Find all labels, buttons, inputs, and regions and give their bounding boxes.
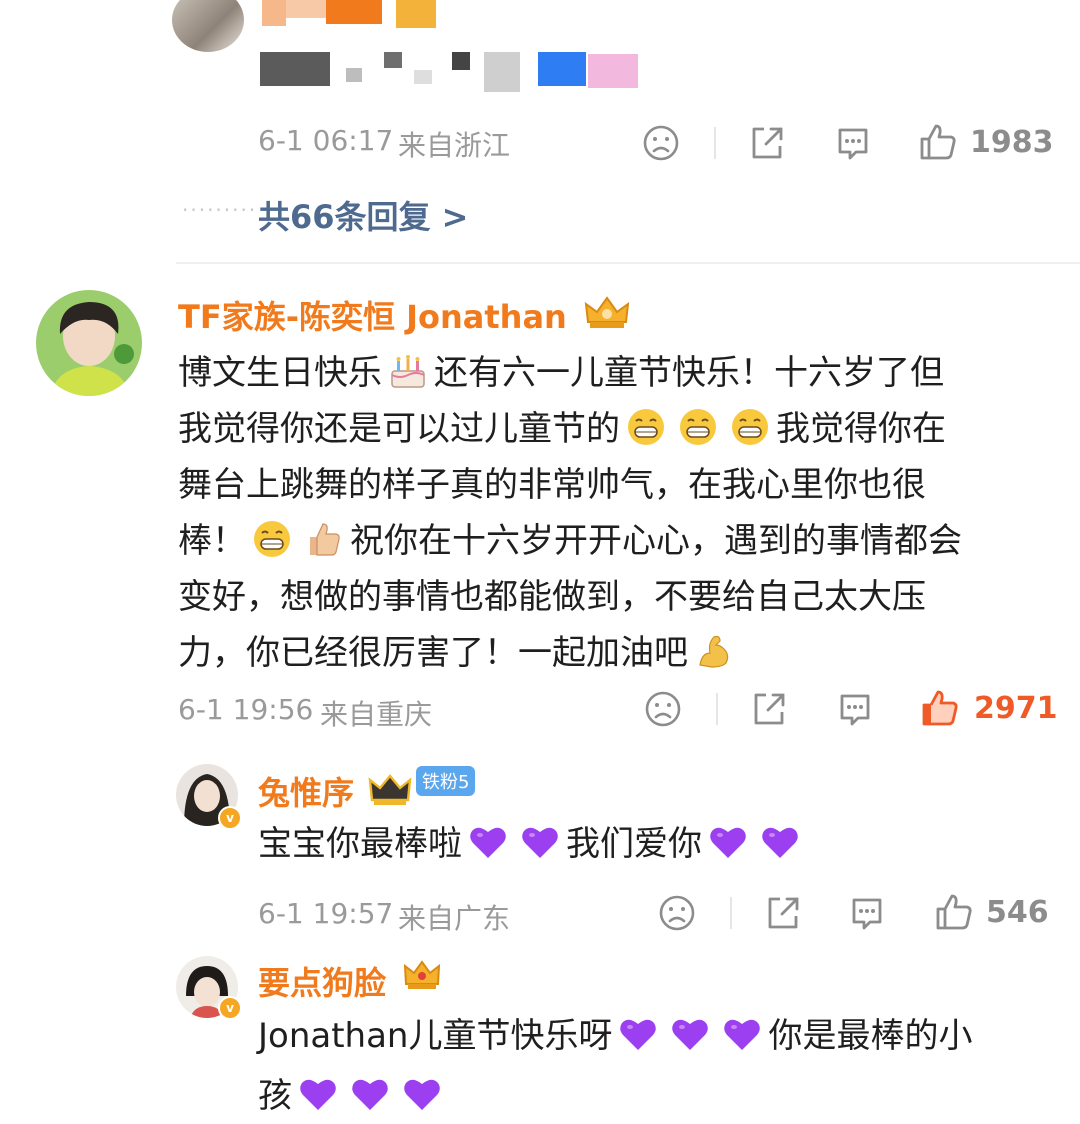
purple-heart-emoji — [620, 1019, 657, 1050]
grin-emoji — [628, 409, 664, 445]
crown-badge-icon — [584, 296, 630, 328]
username[interactable]: 要点狗脸 — [258, 958, 386, 1004]
comment-icon[interactable] — [848, 895, 886, 933]
comment-text-segment: 我觉得你还是可以过儿童节的 — [178, 409, 620, 449]
comment-timestamp: 6-1 06:17 — [258, 124, 394, 157]
purple-heart-emoji — [300, 1079, 336, 1110]
comment-location: 来自广东 — [398, 902, 511, 935]
replies-indent-dots: ········· — [182, 198, 258, 222]
comment-location: 来自重庆 — [320, 698, 433, 731]
comment-icon[interactable] — [836, 691, 874, 729]
comment-timestamp: 6-1 19:56 — [178, 693, 314, 726]
share-icon[interactable] — [750, 690, 788, 728]
verified-badge-icon: v — [218, 996, 242, 1020]
comment-text-segment: 我们爱你 — [566, 824, 702, 864]
verified-badge-icon: v — [218, 806, 242, 830]
thumbs-up-icon[interactable] — [918, 122, 958, 162]
comment-location: 来自浙江 — [398, 129, 511, 162]
avatar[interactable] — [36, 290, 142, 396]
comment-text: Jonathan儿童节快乐呀 你是最棒的小 孩 — [258, 1008, 972, 1124]
purple-heart-emoji — [724, 1019, 761, 1050]
purple-heart-emoji — [470, 827, 506, 858]
purple-heart-emoji — [762, 827, 798, 858]
like-count: 1983 — [970, 125, 1054, 160]
comment-text-segment: 还有六一儿童节快乐！十六岁了但 — [434, 353, 944, 393]
purple-heart-emoji — [710, 827, 746, 858]
comment-text-segment: 力，你已经很厉害了！一起加油吧 — [178, 633, 688, 673]
comment-text-segment: 棒！ — [178, 521, 246, 561]
like-count: 546 — [986, 895, 1049, 930]
grin-emoji — [254, 521, 290, 557]
crown-badge-icon — [403, 960, 441, 989]
grin-emoji — [680, 409, 716, 445]
flexed-biceps-emoji — [699, 635, 729, 668]
comment-divider — [176, 262, 1080, 264]
purple-heart-emoji — [522, 827, 558, 858]
divider — [714, 127, 716, 159]
view-replies-link[interactable]: 共66条回复 > — [258, 192, 469, 238]
sad-face-icon[interactable] — [644, 690, 682, 728]
username[interactable]: 兔惟序 — [258, 768, 354, 814]
comment-text-segment: 我觉得你在 — [776, 409, 946, 449]
share-icon[interactable] — [764, 894, 802, 932]
divider — [716, 693, 718, 725]
purple-heart-emoji — [672, 1019, 709, 1050]
grin-emoji — [732, 409, 768, 445]
sad-face-icon[interactable] — [658, 894, 696, 932]
comment-text-segment: 宝宝你最棒啦 — [258, 824, 462, 864]
comment-text-segment: 舞台上跳舞的样子真的非常帅气，在我心里你也很 — [178, 465, 926, 505]
comment-text-segment: Jonathan儿童节快乐呀 — [258, 1016, 613, 1056]
comment-timestamp: 6-1 19:57 — [258, 897, 394, 930]
comment-text-segment: 祝你在十六岁开开心心，遇到的事情都会 — [350, 521, 962, 561]
comment-text-segment: 变好，想做的事情也都能做到，不要给自己太大压 — [178, 577, 926, 617]
comment-text-segment: 博文生日快乐 — [178, 353, 382, 393]
purple-heart-emoji — [352, 1079, 388, 1110]
share-icon[interactable] — [748, 124, 786, 162]
comment-icon[interactable] — [834, 125, 872, 163]
sad-face-icon[interactable] — [642, 124, 680, 162]
divider — [730, 897, 732, 929]
thumbs-up-icon[interactable] — [920, 688, 960, 728]
comment-text: 博文生日快乐 还有六一儿童节快乐！十六岁了但 我觉得你还是可以过儿童节的 我觉得你… — [178, 345, 1058, 681]
avatar[interactable] — [172, 0, 244, 52]
username[interactable]: TF家族-陈奕恒 Jonathan — [178, 292, 567, 338]
thumbs-up-icon[interactable] — [934, 892, 974, 932]
like-count: 2971 — [974, 691, 1058, 726]
comment-text-segment: 你是最棒的小 — [768, 1016, 973, 1056]
user-badges: 铁粉5 — [368, 766, 476, 808]
purple-heart-emoji — [404, 1079, 440, 1110]
comment-text: 宝宝你最棒啦 我们爱你 — [258, 816, 806, 872]
birthday-cake-emoji — [391, 355, 425, 388]
thumbs-up-emoji — [310, 523, 340, 556]
fan-level-badge: 铁粉5 — [416, 766, 476, 796]
crown-badge-icon — [368, 773, 412, 805]
comment-text-segment: 孩 — [258, 1076, 292, 1116]
